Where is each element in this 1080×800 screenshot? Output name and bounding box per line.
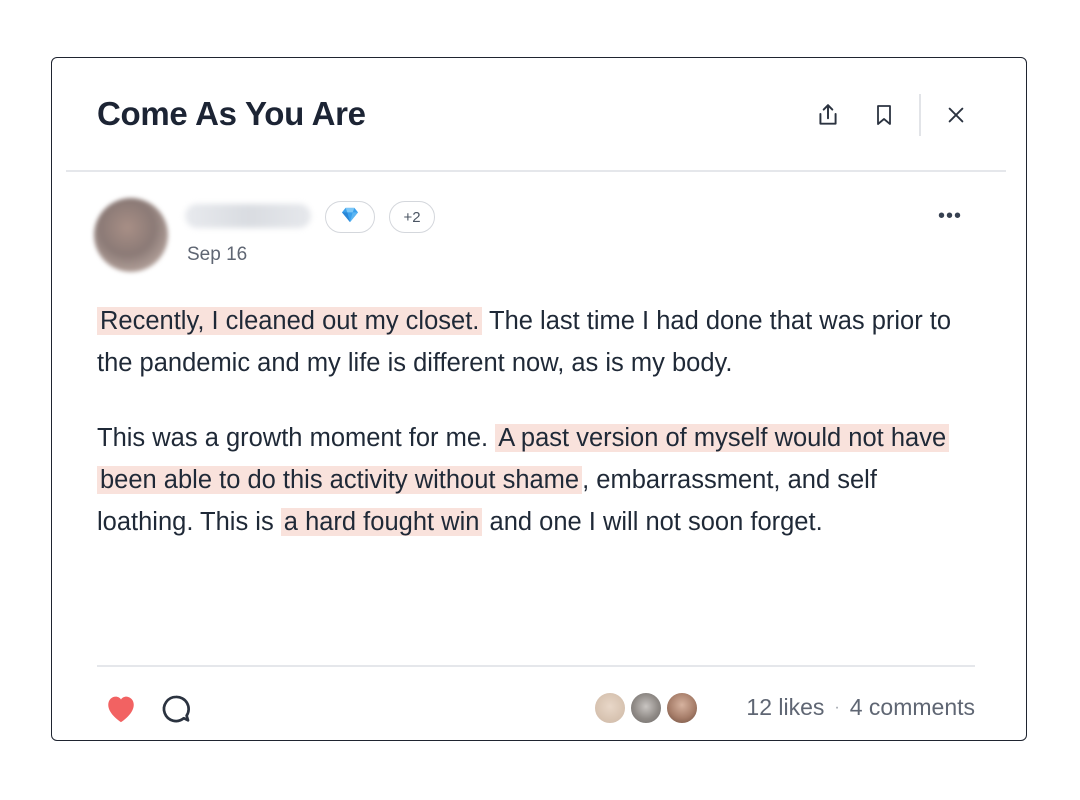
heart-icon[interactable] <box>104 692 138 724</box>
post-title: Come As You Are <box>97 95 366 132</box>
stats-separator: · <box>834 698 840 716</box>
liker-avatar[interactable] <box>593 691 627 725</box>
post-body: Recently, I cleaned out my closet. The l… <box>97 300 977 576</box>
post-date: Sep 16 <box>187 244 248 265</box>
text: This was a growth moment for me. <box>97 424 496 452</box>
liker-avatar[interactable] <box>629 691 663 725</box>
comment-icon[interactable] <box>159 692 193 726</box>
badge-pill[interactable] <box>325 201 375 233</box>
author-name-redacted[interactable] <box>185 204 311 228</box>
text: and one I will not soon forget. <box>482 508 823 536</box>
post-card: Come As You Are +2 Sep 16 ••• Recently, … <box>51 57 1027 741</box>
highlight: Recently, I cleaned out my closet. <box>97 307 483 335</box>
comments-count[interactable]: 4 comments <box>850 694 975 721</box>
close-icon[interactable] <box>941 100 971 130</box>
share-icon[interactable] <box>813 100 843 130</box>
diamond-icon <box>341 207 359 227</box>
paragraph-1: Recently, I cleaned out my closet. The l… <box>97 300 977 384</box>
more-options-icon[interactable]: ••• <box>930 204 970 228</box>
liker-avatar[interactable] <box>665 691 699 725</box>
bookmark-icon[interactable] <box>869 100 899 130</box>
more-badges-pill[interactable]: +2 <box>389 201 435 233</box>
highlight: a hard fought win <box>280 508 483 536</box>
engagement-stats: 12 likes · 4 comments <box>746 694 975 721</box>
header-divider <box>919 94 921 136</box>
likes-count[interactable]: 12 likes <box>746 694 824 721</box>
author-avatar[interactable] <box>94 198 168 272</box>
footer-divider <box>97 665 975 667</box>
header-divider-line <box>66 170 1006 172</box>
paragraph-2: This was a growth moment for me. A past … <box>97 417 977 543</box>
